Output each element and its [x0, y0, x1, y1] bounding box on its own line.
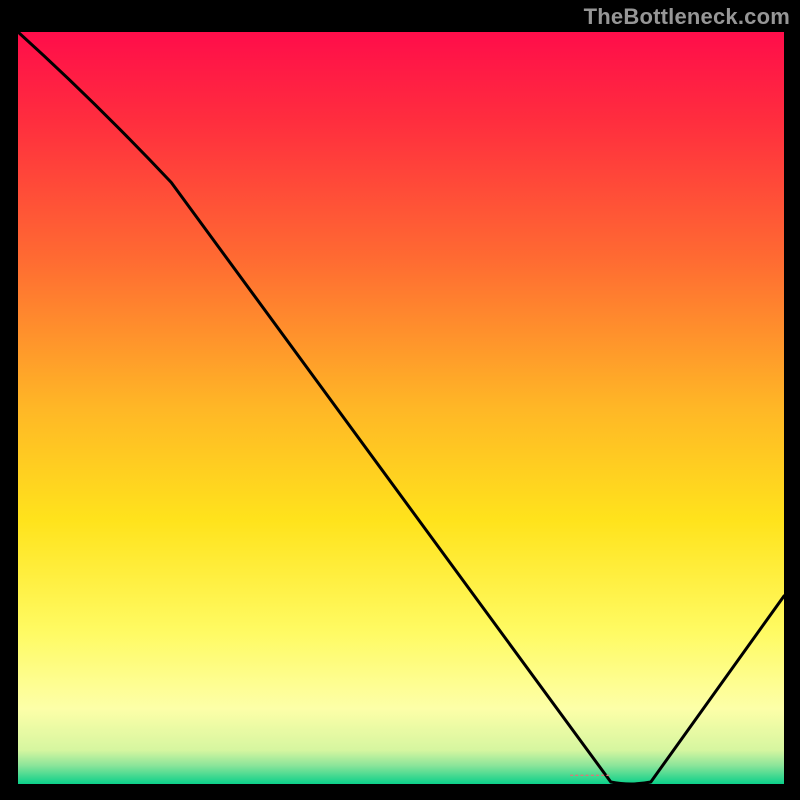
- plot-area: --------: [18, 32, 784, 784]
- watermark-text: TheBottleneck.com: [584, 4, 790, 30]
- chart-container: TheBottleneck.com -------: [0, 0, 800, 800]
- optimal-marker: --------: [570, 769, 611, 781]
- gradient-background: [18, 32, 784, 784]
- chart-svg: [18, 32, 784, 784]
